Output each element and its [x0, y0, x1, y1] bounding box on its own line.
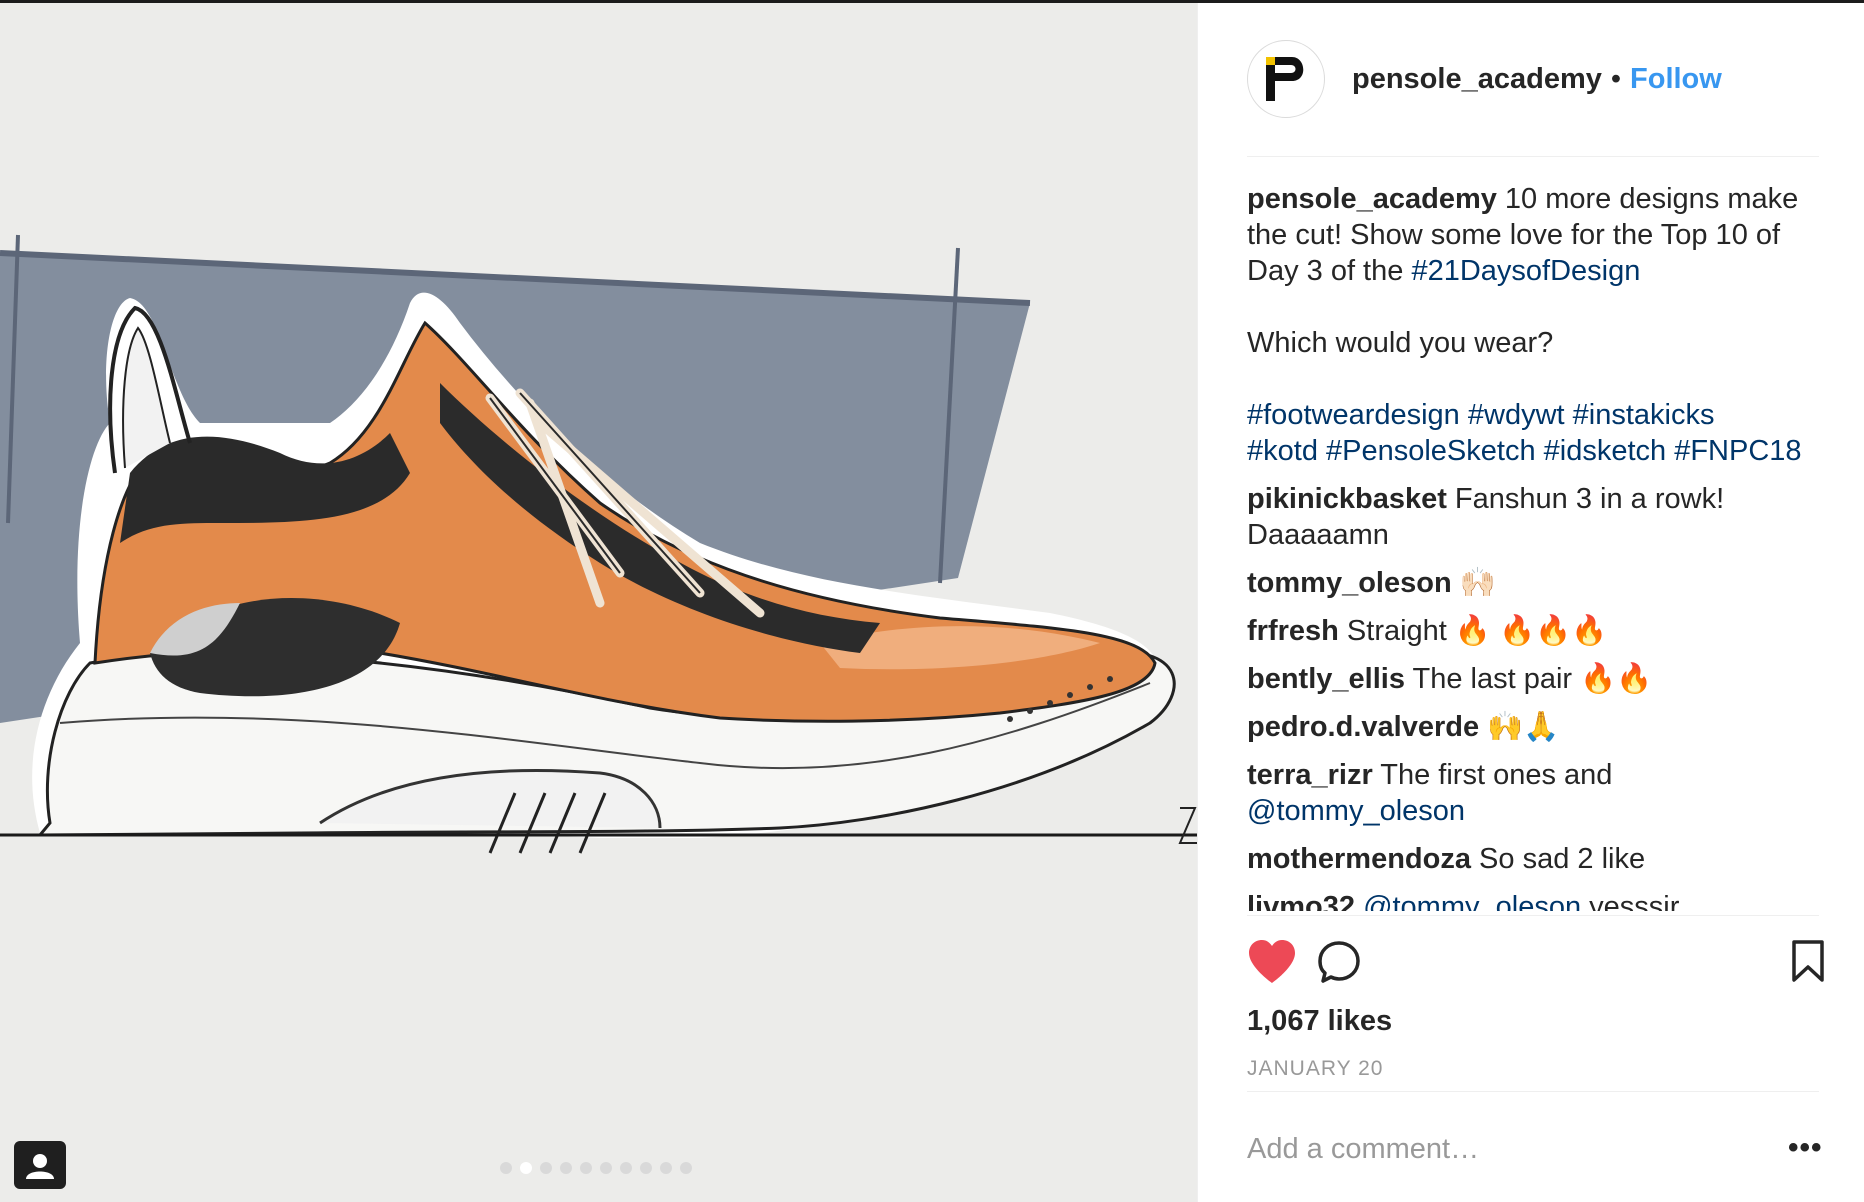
heart-icon — [1249, 940, 1295, 983]
carousel-dot — [580, 1162, 592, 1174]
like-button[interactable] — [1247, 939, 1297, 990]
divider — [1247, 156, 1819, 157]
carousel-dot — [500, 1162, 512, 1174]
comment-username[interactable]: terra_rizr — [1247, 759, 1373, 791]
caption-hashtags-line[interactable]: #kotd #PensoleSketch #idsketch #FNPC18 — [1247, 433, 1827, 469]
caption-question: Which would you wear? — [1247, 327, 1554, 359]
comment-username[interactable]: pikinickbasket — [1247, 483, 1447, 515]
comment-emoji: 🔥🔥 — [1580, 663, 1653, 695]
comments-list[interactable]: pensole_academy 10 more designs make the… — [1247, 181, 1827, 911]
post-image[interactable] — [0, 3, 1197, 1202]
caption-hashtags-line[interactable]: #footweardesign #wdywt #instakicks — [1247, 397, 1827, 433]
comment-username[interactable]: mothermendoza — [1247, 843, 1471, 875]
action-bar — [1247, 939, 1827, 999]
comment-item: pikinickbasket Fanshun 3 in a rowk! Daaa… — [1247, 481, 1827, 553]
comment-text: Straight — [1338, 615, 1455, 647]
comment-item: terra_rizr The first ones and @tommy_ole… — [1247, 757, 1827, 829]
carousel-dot — [560, 1162, 572, 1174]
caption-hashtag[interactable]: #21DaysofDesign — [1411, 255, 1640, 287]
header-separator: • — [1610, 62, 1622, 95]
carousel-dot — [520, 1162, 532, 1174]
comment-text: The last pair — [1404, 663, 1581, 695]
divider — [1247, 915, 1819, 916]
comment-username[interactable]: frfresh — [1247, 615, 1339, 647]
avatar[interactable] — [1247, 40, 1325, 118]
post-header: pensole_academy • Follow — [1247, 39, 1827, 119]
more-options-button[interactable]: ••• — [1788, 1131, 1823, 1165]
comment-item: tommy_oleson 🙌🏻 — [1247, 565, 1827, 601]
caption: pensole_academy 10 more designs make the… — [1247, 181, 1827, 289]
shoe-sketch-illustration — [0, 234, 1197, 854]
comment-text: So sad 2 like — [1470, 843, 1646, 875]
comment-item: bently_ellis The last pair 🔥🔥 — [1247, 661, 1827, 697]
follow-button[interactable]: Follow — [1630, 63, 1722, 96]
comment-emoji: 🙌🙏 — [1487, 711, 1560, 743]
comment-mention[interactable]: @tommy_oleson — [1363, 891, 1581, 911]
carousel-dot — [620, 1162, 632, 1174]
carousel-dot — [600, 1162, 612, 1174]
post-date[interactable]: JANUARY 20 — [1247, 1057, 1383, 1081]
pensole-logo-icon — [1266, 57, 1304, 101]
carousel-dot — [540, 1162, 552, 1174]
comment-username[interactable]: tommy_oleson — [1247, 567, 1452, 599]
comment-mention[interactable]: @tommy_oleson — [1247, 795, 1465, 827]
comment-username[interactable]: livmo32 — [1247, 891, 1355, 911]
caption-username[interactable]: pensole_academy — [1247, 183, 1497, 215]
comment-text: yesssir — [1581, 891, 1680, 911]
comment-text: The first ones and — [1372, 759, 1613, 791]
comment-username[interactable]: pedro.d.valverde — [1247, 711, 1479, 743]
comment-text — [1452, 567, 1460, 599]
comment-username[interactable]: bently_ellis — [1247, 663, 1405, 695]
user-tag-button[interactable] — [14, 1141, 66, 1189]
comment-item: pedro.d.valverde 🙌🙏 — [1247, 709, 1827, 745]
add-comment-input[interactable] — [1247, 1129, 1747, 1169]
comment-button[interactable] — [1315, 939, 1363, 992]
carousel-indicator — [500, 1162, 692, 1174]
comment-item: mothermendoza So sad 2 like — [1247, 841, 1827, 877]
likes-count[interactable]: 1,067 likes — [1247, 1005, 1392, 1038]
divider — [1247, 1091, 1819, 1092]
comment-item: livmo32 @tommy_oleson yesssir — [1247, 889, 1827, 911]
comment-emoji: 🔥 🔥🔥🔥 — [1454, 615, 1608, 647]
comment-text — [1479, 711, 1487, 743]
carousel-dot — [680, 1162, 692, 1174]
save-button[interactable] — [1791, 939, 1825, 988]
comment-emoji: 🙌🏻 — [1459, 567, 1496, 599]
comment-item: frfresh Straight 🔥 🔥🔥🔥 — [1247, 613, 1827, 649]
header-username-link[interactable]: pensole_academy — [1352, 63, 1602, 96]
post-details-panel: pensole_academy • Follow pensole_academy… — [1197, 3, 1864, 1202]
carousel-dot — [660, 1162, 672, 1174]
comment-icon — [1318, 941, 1360, 983]
bookmark-icon — [1792, 940, 1824, 982]
user-tag-icon — [26, 1143, 54, 1179]
carousel-dot — [640, 1162, 652, 1174]
